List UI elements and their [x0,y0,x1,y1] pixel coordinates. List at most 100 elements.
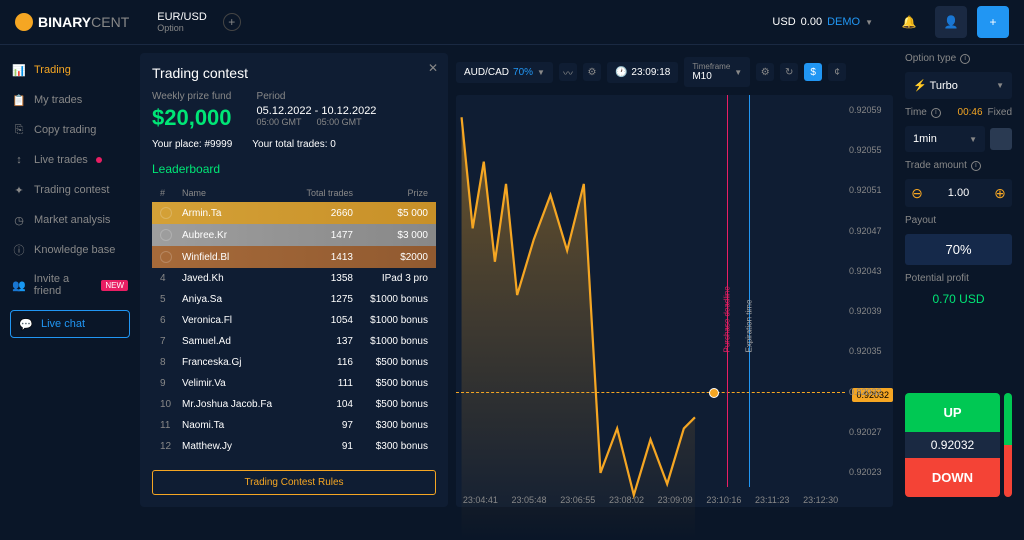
bell-icon: 🔔 [902,15,917,29]
logo[interactable]: BINARYCENT [15,13,129,31]
x-axis: 23:04:4123:05:4823:06:5523:08:0223:09:09… [456,495,845,505]
user-button[interactable]: 👤 [935,6,967,38]
balance-demo: DEMO [827,16,860,28]
time-dropdown[interactable]: 1min▼ [905,126,985,152]
clock-icon: 🕐 [615,67,627,78]
logo-text-b: BINARY [38,14,91,30]
chevron-down-icon: ▼ [734,68,742,77]
refresh-button[interactable]: ↻ [780,63,798,81]
current-price-line [456,392,845,393]
logo-text-cent: CENT [91,14,129,30]
pair-name: EUR/USD [157,11,207,23]
balance-dropdown[interactable]: USD 0.00 DEMO ▼ [762,11,883,33]
down-button[interactable]: DOWN [905,458,1000,497]
copy-icon: ⎘ [12,123,26,137]
period-dates: 05.12.2022 - 10.12.2022 [257,105,377,117]
sidebar-item-trading[interactable]: 📊Trading [0,55,140,85]
trade-panel: Option type i ⚡ Turbo▼ Time i 00:46 Fixe… [901,53,1016,507]
chat-icon: 💬 [19,317,33,331]
analysis-icon: ◷ [12,213,26,227]
rules-button[interactable]: Trading Contest Rules [152,470,436,495]
plus-icon: + [989,15,996,29]
sidebar-item-copytrading[interactable]: ⎘Copy trading [0,115,140,145]
info-icon[interactable]: i [931,108,941,118]
option-type-dropdown[interactable]: ⚡ Turbo▼ [905,72,1012,99]
sidebar-item-chat[interactable]: 💬 Live chat [10,310,130,338]
sliders-icon: ⚙ [587,67,596,78]
amount-label: Trade amount i [905,160,1012,171]
chevron-down-icon: ▼ [969,135,977,144]
knowledge-icon: ⓘ [12,243,26,257]
chart-pair-dropdown[interactable]: AUD/CAD 70% ▼ [456,62,553,83]
chevron-down-icon: ▼ [865,18,873,27]
chart-toolbar: AUD/CAD 70% ▼ 〰 ⚙ 🕐 23:09:18 TimeframeM1… [456,53,893,91]
info-icon[interactable]: i [971,161,981,171]
refresh-icon: ↻ [785,67,793,78]
pair-sub: Option [157,23,207,33]
period-gmt: 05:00 GMT 05:00 GMT [257,117,377,127]
your-place: Your place: #9999 [152,139,232,150]
contest-panel: ✕ Trading contest Weekly prize fund $20,… [140,53,448,507]
sidebar-item-contest[interactable]: ✦Trading contest [0,175,140,205]
leaderboard-row[interactable]: Winfield.Bl1413$2000 [152,246,436,268]
option-type-label: Option type i [905,53,1012,64]
notifications-button[interactable]: 🔔 [893,6,925,38]
chart[interactable]: Purchase deadline Expiration time 0.9203… [456,95,893,507]
currency-dollar-button[interactable]: $ [804,63,822,81]
chart-time: 🕐 23:09:18 [607,62,678,83]
expiration-line: Expiration time [749,95,750,487]
gear-icon: ⚙ [761,67,770,78]
leaderboard-body: Armin.Ta2660$5 000Aubree.Kr1477$3 000Win… [152,202,436,462]
contest-title: Trading contest [152,65,436,81]
amount-minus-button[interactable]: ⊖ [905,179,929,207]
pair-tab[interactable]: EUR/USD Option [149,7,215,37]
leaderboard-row[interactable]: 10Mr.Joshua Jacob.Fa104$500 bonus [152,394,436,415]
chart-type-button[interactable]: 〰 [559,63,577,81]
your-trades: Your total trades: 0 [252,139,336,150]
leaderboard-row[interactable]: 6Veronica.Fl1054$1000 bonus [152,310,436,331]
sentiment-bar [1004,393,1012,497]
payout-label: Payout [905,215,1012,226]
sidebar-item-livetrades[interactable]: ↕Live trades [0,145,140,175]
leaderboard-row[interactable]: 11Naomi.Ta97$300 bonus [152,415,436,436]
sidebar-label: Knowledge base [34,244,115,256]
leaderboard-row[interactable]: 13Marcos.So85$300 bonus [152,457,436,462]
sidebar-label: Market analysis [34,214,110,226]
chevron-down-icon: ▼ [537,68,545,77]
leaderboard-row[interactable]: 12Matthew.Jy91$300 bonus [152,436,436,457]
add-pair-button[interactable]: + [223,13,241,31]
amount-plus-button[interactable]: ⊕ [988,179,1012,207]
sidebar-label: Live trades [34,154,88,166]
leaderboard-row[interactable]: Armin.Ta2660$5 000 [152,202,436,224]
close-button[interactable]: ✕ [428,61,438,75]
settings-button[interactable]: ⚙ [756,63,774,81]
fixed-toggle[interactable] [990,128,1012,150]
leaderboard-header: # Name Total trades Prize [152,184,436,202]
sidebar-label: Trading contest [34,184,109,196]
mid-price: 0.92032 [905,432,1000,458]
sidebar-label: Invite a friend [34,273,94,297]
sidebar-item-knowledge[interactable]: ⓘ Knowledge base [0,235,140,265]
indicators-button[interactable]: ⚙ [583,63,601,81]
leaderboard-row[interactable]: 4Javed.Kh1358IPad 3 pro [152,268,436,289]
sidebar-item-mytrades[interactable]: 📋My trades [0,85,140,115]
mytrades-icon: 📋 [12,93,26,107]
timeframe-dropdown[interactable]: TimeframeM10 ▼ [684,57,750,87]
info-icon[interactable]: i [960,54,970,64]
leaderboard-row[interactable]: 7Samuel.Ad137$1000 bonus [152,331,436,352]
sidebar-item-invite[interactable]: 👥Invite a friendNEW [0,265,140,305]
line-chart-icon: 〰 [563,65,573,80]
leaderboard-row[interactable]: 8Franceska.Gj116$500 bonus [152,352,436,373]
leaderboard-row[interactable]: Aubree.Kr1477$3 000 [152,224,436,246]
amount-value[interactable]: 1.00 [929,187,988,199]
balance-prefix: USD [772,16,795,28]
chevron-down-icon: ▼ [996,81,1004,90]
up-button[interactable]: UP [905,393,1000,432]
prize-amount: $20,000 [152,105,232,131]
currency-cents-button[interactable]: ¢ [828,63,846,81]
leaderboard-row[interactable]: 9Velimir.Va111$500 bonus [152,373,436,394]
leaderboard-row[interactable]: 5Aniya.Sa1275$1000 bonus [152,289,436,310]
sidebar-item-analysis[interactable]: ◷ Market analysis [0,205,140,235]
sidebar-label: Live chat [41,318,85,330]
deposit-button[interactable]: + [977,6,1009,38]
